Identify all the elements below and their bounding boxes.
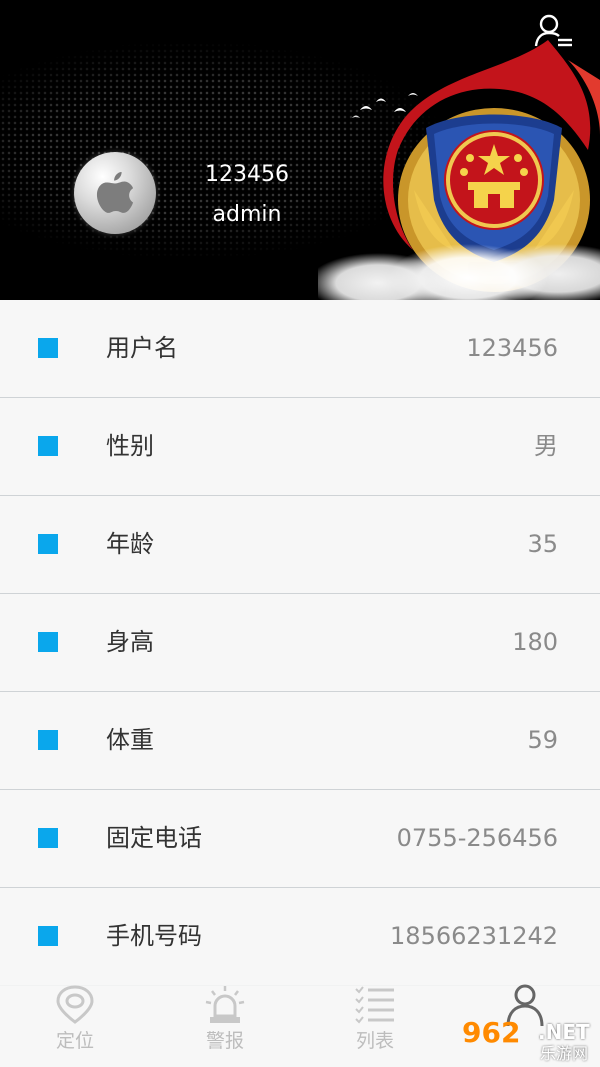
row-value: 0755-256456	[396, 824, 558, 852]
user-name-text: admin	[212, 202, 282, 227]
location-icon	[56, 985, 94, 1024]
bullet-icon	[38, 730, 58, 750]
bullet-icon	[38, 828, 58, 848]
row-value: 180	[512, 628, 558, 656]
avatar[interactable]	[74, 152, 156, 234]
user-id-text: 123456	[205, 162, 289, 187]
row-label: 体重	[106, 726, 154, 754]
site-watermark: 962 .NET 乐游网	[462, 1016, 596, 1063]
row-value: 59	[527, 726, 558, 754]
info-row-weight: 体重 59	[0, 692, 600, 790]
tab-label: 定位	[55, 1030, 94, 1052]
row-label: 性别	[106, 432, 154, 460]
clouds-decoration	[318, 238, 600, 300]
alarm-icon	[205, 986, 245, 1023]
info-row-gender: 性别 男	[0, 398, 600, 496]
row-value: 35	[527, 530, 558, 558]
row-label: 手机号码	[106, 922, 202, 950]
row-label: 身高	[106, 628, 154, 656]
list-icon	[355, 986, 394, 1024]
row-label: 年龄	[106, 530, 154, 558]
watermark-sub: 乐游网	[540, 1044, 589, 1063]
tab-list[interactable]: 列表	[300, 976, 450, 1067]
info-row-age: 年龄 35	[0, 496, 600, 594]
profile-info-list: 用户名 123456 性别 男 年龄 35 身高 180 体重 59 固定电话 …	[0, 300, 600, 986]
row-value: 男	[534, 432, 558, 460]
tab-label: 列表	[355, 1030, 394, 1052]
tab-label: 警报	[205, 1030, 244, 1052]
tab-location[interactable]: 定位	[0, 976, 150, 1067]
bullet-icon	[38, 926, 58, 946]
row-label: 固定电话	[106, 824, 202, 852]
info-row-mobile: 手机号码 18566231242	[0, 888, 600, 986]
watermark-brand: 962	[462, 1016, 521, 1049]
tab-alarm[interactable]: 警报	[150, 976, 300, 1067]
info-row-landline: 固定电话 0755-256456	[0, 790, 600, 888]
account-settings-icon[interactable]	[534, 14, 574, 50]
profile-header: 123456 admin	[0, 0, 600, 300]
bullet-icon	[38, 338, 58, 358]
row-value: 18566231242	[390, 922, 558, 950]
row-label: 用户名	[106, 334, 178, 362]
row-value: 123456	[466, 334, 558, 362]
bullet-icon	[38, 436, 58, 456]
bullet-icon	[38, 632, 58, 652]
info-row-height: 身高 180	[0, 594, 600, 692]
bullet-icon	[38, 534, 58, 554]
apple-logo-icon	[96, 172, 134, 213]
info-row-username: 用户名 123456	[0, 300, 600, 398]
